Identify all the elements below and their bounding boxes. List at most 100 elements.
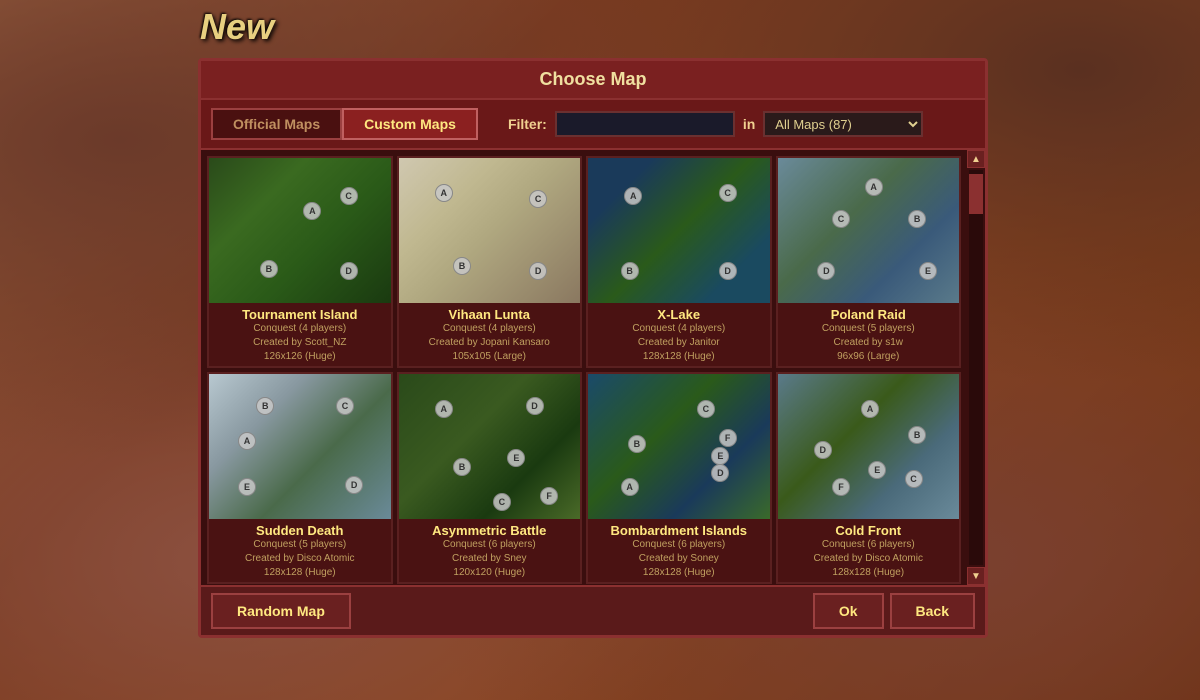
- filter-select[interactable]: All Maps (87) Official Maps Custom Maps: [763, 111, 923, 137]
- marker-A-bombardment-islands: A: [621, 478, 639, 496]
- map-card-sudden-death[interactable]: AB C D E Sudden DeathConquest (5 players)Cre…: [207, 372, 393, 584]
- map-card-bombardment-islands[interactable]: C B A FDE Bombardment IslandsConquest (6 pla…: [586, 372, 772, 584]
- map-detail-asymmetric-battle: Conquest (6 players)Created by Sney120x1…: [403, 538, 577, 580]
- marker-F-bombardment-islands: F: [719, 429, 737, 447]
- thumb-overlay: [209, 374, 391, 519]
- marker-A-x-lake: A: [624, 187, 642, 205]
- map-card-vihaan-lunta[interactable]: ACBDVihaan LuntaConquest (4 players)Crea…: [397, 156, 583, 368]
- map-thumbnail-poland-raid: ABECD: [778, 158, 960, 303]
- filter-input[interactable]: [555, 111, 735, 137]
- map-detail-tournament-island: Conquest (4 players)Created by Scott_NZ1…: [213, 322, 387, 364]
- map-detail-cold-front: Conquest (6 players)Created by Disco Ato…: [782, 538, 956, 580]
- marker-C-x-lake: C: [719, 184, 737, 202]
- marker-B-asymmetric-battle: B: [453, 458, 471, 476]
- marker-F-asymmetric-battle: F: [540, 487, 558, 505]
- map-info-tournament-island: Tournament IslandConquest (4 players)Cre…: [209, 303, 391, 366]
- tab-official-maps[interactable]: Official Maps: [211, 108, 342, 140]
- scroll-down-arrow[interactable]: ▼: [967, 567, 985, 585]
- map-card-x-lake[interactable]: ACBDX-LakeConquest (4 players)Created by…: [586, 156, 772, 368]
- map-name-cold-front: Cold Front: [782, 523, 956, 538]
- marker-B-poland-raid: B: [908, 210, 926, 228]
- filter-in-label: in: [743, 116, 755, 132]
- marker-E-bombardment-islands: E: [711, 447, 729, 465]
- thumb-overlay: [588, 374, 770, 519]
- map-thumbnail-vihaan-lunta: ACBD: [399, 158, 581, 303]
- map-info-vihaan-lunta: Vihaan LuntaConquest (4 players)Created …: [399, 303, 581, 366]
- marker-C-bombardment-islands: C: [697, 400, 715, 418]
- scroll-track: [969, 170, 983, 565]
- map-detail-bombardment-islands: Conquest (6 players)Created by Soney128x…: [592, 538, 766, 580]
- marker-B-vihaan-lunta: B: [453, 257, 471, 275]
- thumb-overlay: [778, 374, 960, 519]
- map-info-asymmetric-battle: Asymmetric BattleConquest (6 players)Cre…: [399, 519, 581, 582]
- marker-C-asymmetric-battle: C: [493, 493, 511, 511]
- map-info-x-lake: X-LakeConquest (4 players)Created by Jan…: [588, 303, 770, 366]
- map-detail-poland-raid: Conquest (5 players)Created by s1w96x96 …: [782, 322, 956, 364]
- marker-D-cold-front: D: [814, 441, 832, 459]
- map-grid-wrapper: ACBDTournament IslandConquest (4 players…: [201, 150, 985, 585]
- filter-label: Filter:: [508, 116, 547, 132]
- marker-D-poland-raid: D: [817, 262, 835, 280]
- marker-A-cold-front: A: [861, 400, 879, 418]
- marker-D-sudden-death: D: [345, 476, 363, 494]
- map-name-asymmetric-battle: Asymmetric Battle: [403, 523, 577, 538]
- map-info-cold-front: Cold FrontConquest (6 players)Created by…: [778, 519, 960, 582]
- map-card-asymmetric-battle[interactable]: ADBECFAsymmetric BattleConquest (6 playe…: [397, 372, 583, 584]
- tab-row: Official Maps Custom Maps Filter: in All…: [201, 100, 985, 150]
- map-thumbnail-x-lake: ACBD: [588, 158, 770, 303]
- marker-E-cold-front: E: [868, 461, 886, 479]
- thumb-overlay: [209, 158, 391, 303]
- scroll-thumb[interactable]: [969, 174, 983, 214]
- ok-button[interactable]: Ok: [813, 593, 884, 629]
- thumb-overlay: [399, 158, 581, 303]
- tab-custom-maps[interactable]: Custom Maps: [342, 108, 478, 140]
- bottom-bar: Random Map Ok Back: [201, 585, 985, 635]
- map-name-bombardment-islands: Bombardment Islands: [592, 523, 766, 538]
- marker-B-sudden-death: B: [256, 397, 274, 415]
- marker-B-bombardment-islands: B: [628, 435, 646, 453]
- marker-B-tournament-island: B: [260, 260, 278, 278]
- map-thumbnail-cold-front: A D B E C F: [778, 374, 960, 519]
- map-thumbnail-tournament-island: A C B D: [209, 158, 391, 303]
- marker-E-sudden-death: E: [238, 478, 256, 496]
- button-spacer: [357, 593, 807, 629]
- marker-A-asymmetric-battle: A: [435, 400, 453, 418]
- map-detail-vihaan-lunta: Conquest (4 players)Created by Jopani Ka…: [403, 322, 577, 364]
- marker-C-sudden-death: C: [336, 397, 354, 415]
- map-detail-sudden-death: Conquest (5 players)Created by Disco Ato…: [213, 538, 387, 580]
- map-card-poland-raid[interactable]: ABECDPoland RaidConquest (5 players)Crea…: [776, 156, 962, 368]
- map-info-poland-raid: Poland RaidConquest (5 players)Created b…: [778, 303, 960, 366]
- map-name-x-lake: X-Lake: [592, 307, 766, 322]
- map-card-tournament-island[interactable]: A C B D Tournament IslandConquest (4 players…: [207, 156, 393, 368]
- random-map-button[interactable]: Random Map: [211, 593, 351, 629]
- marker-A-tournament-island: A: [303, 202, 321, 220]
- map-grid: ACBDTournament IslandConquest (4 players…: [201, 150, 967, 585]
- marker-D-tournament-island: D: [340, 262, 358, 280]
- map-card-cold-front[interactable]: A D B E C F Cold FrontConquest (6 players)Crea…: [776, 372, 962, 584]
- map-thumbnail-sudden-death: AB C D E: [209, 374, 391, 519]
- map-name-vihaan-lunta: Vihaan Lunta: [403, 307, 577, 322]
- marker-E-poland-raid: E: [919, 262, 937, 280]
- scrollbar: ▲ ▼: [967, 150, 985, 585]
- marker-C-cold-front: C: [905, 470, 923, 488]
- marker-D-vihaan-lunta: D: [529, 262, 547, 280]
- thumb-overlay: [588, 158, 770, 303]
- marker-E-asymmetric-battle: E: [507, 449, 525, 467]
- map-detail-x-lake: Conquest (4 players)Created by Janitor12…: [592, 322, 766, 364]
- map-thumbnail-bombardment-islands: C B A FDE: [588, 374, 770, 519]
- marker-C-tournament-island: C: [340, 187, 358, 205]
- marker-F-cold-front: F: [832, 478, 850, 496]
- map-name-poland-raid: Poland Raid: [782, 307, 956, 322]
- map-name-sudden-death: Sudden Death: [213, 523, 387, 538]
- marker-A-vihaan-lunta: A: [435, 184, 453, 202]
- marker-A-poland-raid: A: [865, 178, 883, 196]
- back-button[interactable]: Back: [890, 593, 975, 629]
- map-info-sudden-death: Sudden DeathConquest (5 players)Created …: [209, 519, 391, 582]
- marker-A-sudden-death: A: [238, 432, 256, 450]
- map-name-tournament-island: Tournament Island: [213, 307, 387, 322]
- marker-D-bombardment-islands: D: [711, 464, 729, 482]
- marker-B-cold-front: B: [908, 426, 926, 444]
- scroll-up-arrow[interactable]: ▲: [967, 150, 985, 168]
- page-title: New: [200, 6, 274, 48]
- dialog-header: Choose Map: [201, 61, 985, 100]
